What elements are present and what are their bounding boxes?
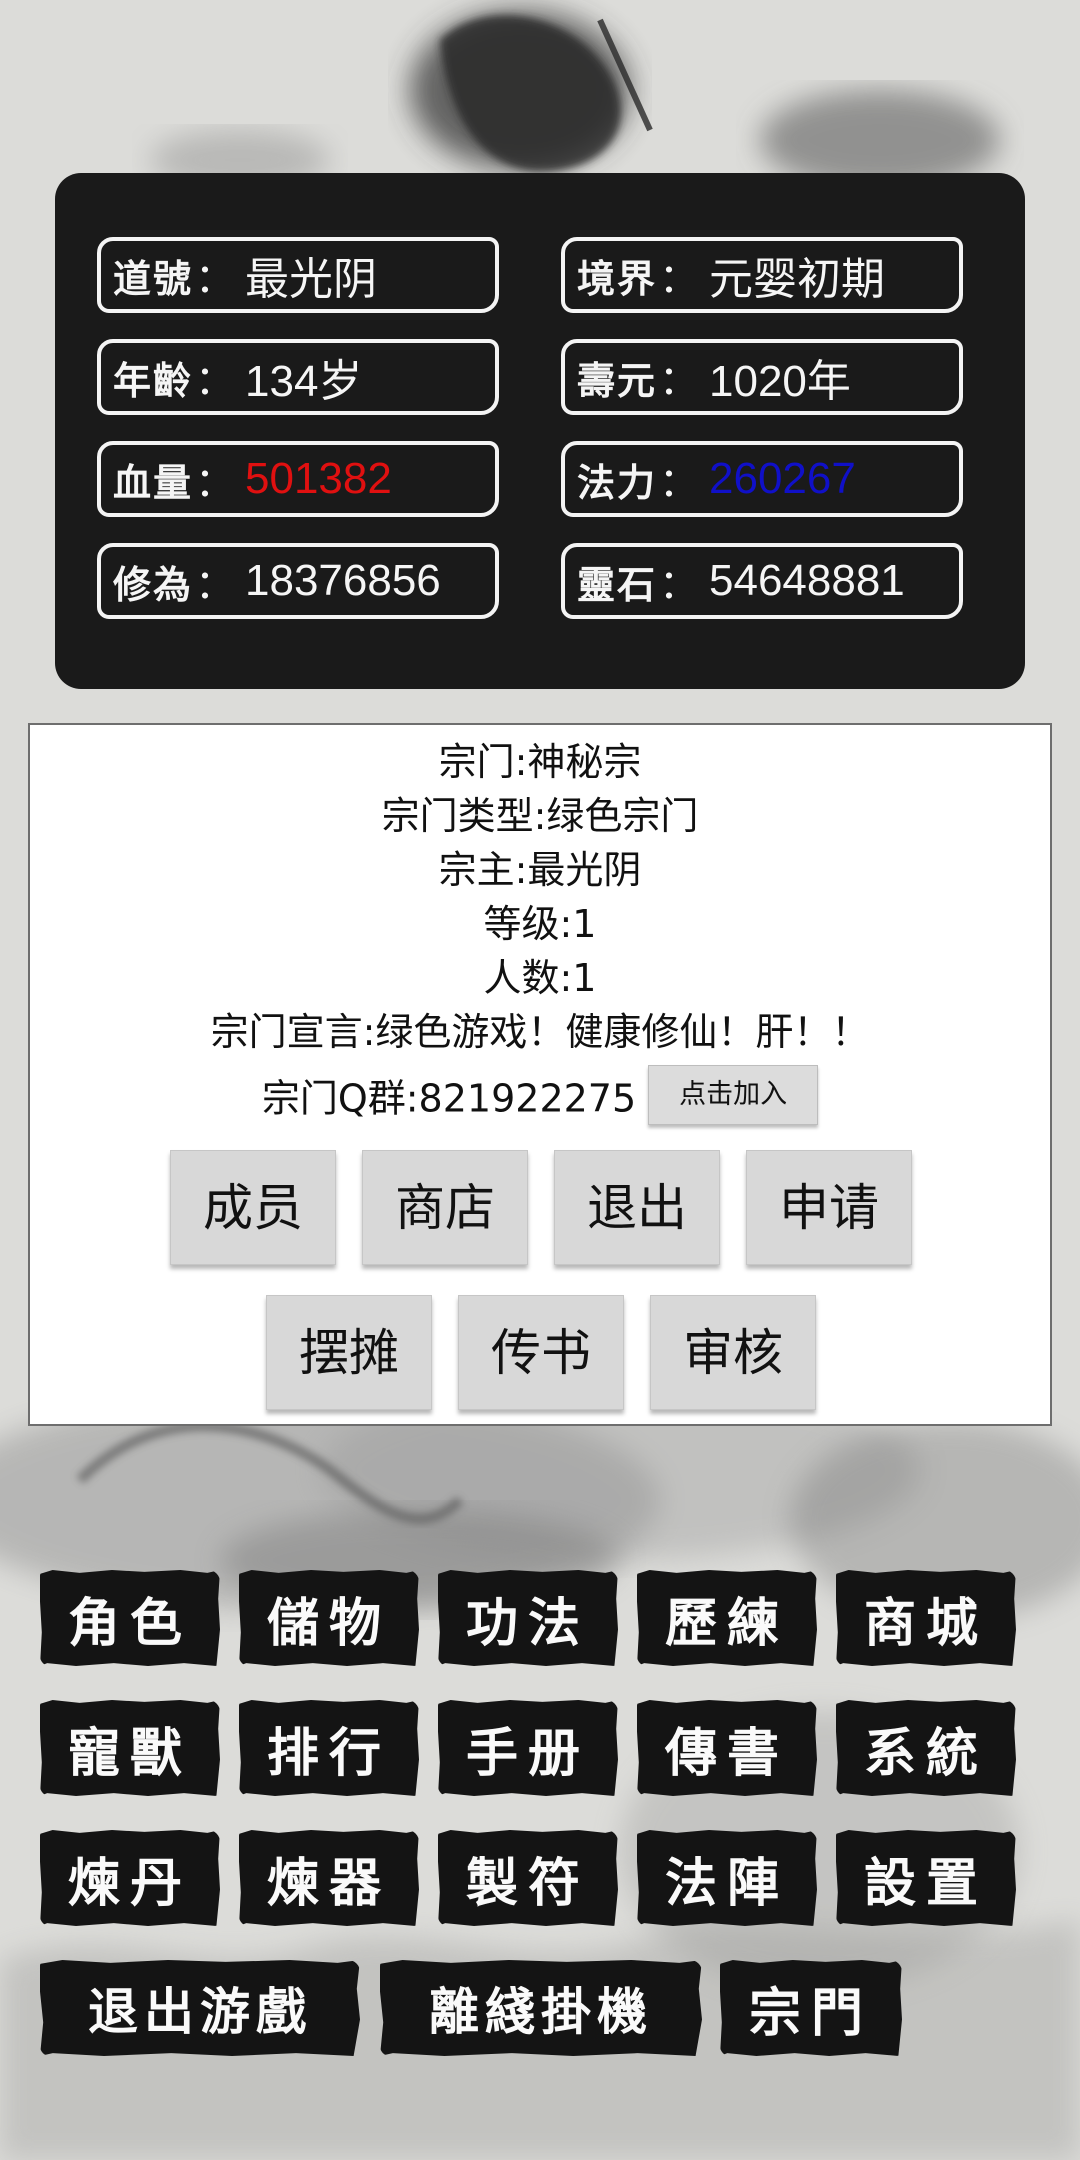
menu-pets-button[interactable]: 寵獸 bbox=[40, 1700, 220, 1796]
stat-label: 道號 bbox=[113, 255, 194, 301]
menu-adventure-button[interactable]: 歷練 bbox=[637, 1570, 817, 1666]
message-button[interactable]: 传书 bbox=[458, 1295, 624, 1410]
sect-qq-row: 宗门Q群:821922275 点击加入 bbox=[30, 1065, 1050, 1125]
shop-button[interactable]: 商店 bbox=[362, 1150, 528, 1265]
stat-label: 壽元 bbox=[577, 357, 658, 403]
menu-offline-idle-button[interactable]: 離綫掛機 bbox=[380, 1960, 702, 2056]
stat-label: 血量 bbox=[113, 459, 194, 505]
join-qq-button[interactable]: 点击加入 bbox=[648, 1065, 819, 1125]
stat-colon: ： bbox=[659, 256, 700, 302]
stat-realm: 境界：元婴初期 bbox=[561, 237, 963, 313]
stat-colon: ： bbox=[195, 460, 236, 506]
stat-colon: ： bbox=[659, 562, 700, 608]
apply-button[interactable]: 申请 bbox=[746, 1150, 912, 1265]
sect-type: 宗门类型:绿色宗门 bbox=[381, 794, 699, 838]
stat-lifespan: 壽元： 1020年 bbox=[561, 339, 963, 415]
stat-hp: 血量： 501382 bbox=[97, 441, 499, 517]
stall-button[interactable]: 摆摊 bbox=[266, 1295, 432, 1410]
mana-value: 260267 bbox=[709, 454, 856, 503]
stat-mana: 法力： 260267 bbox=[561, 441, 963, 517]
stat-value: 134岁 bbox=[245, 357, 363, 406]
menu-system-button[interactable]: 系統 bbox=[836, 1700, 1016, 1796]
menu-mail-button[interactable]: 傳書 bbox=[637, 1700, 817, 1796]
menu-skills-button[interactable]: 功法 bbox=[438, 1570, 618, 1666]
stat-colon: ： bbox=[195, 358, 236, 404]
stat-colon: ： bbox=[195, 256, 236, 302]
sect-member-count: 人数:1 bbox=[483, 956, 597, 1000]
sect-level: 等级:1 bbox=[483, 902, 597, 946]
stat-label: 靈石 bbox=[577, 561, 658, 607]
sect-leader: 宗主:最光阴 bbox=[438, 848, 642, 892]
stat-colon: ： bbox=[659, 460, 700, 506]
menu-settings-button[interactable]: 設置 bbox=[836, 1830, 1016, 1926]
stat-dao-name: 道號：最光阴 bbox=[97, 237, 499, 313]
menu-forging-button[interactable]: 煉器 bbox=[239, 1830, 419, 1926]
stat-spirit-stones: 靈石： 54648881 bbox=[561, 543, 963, 619]
stat-value: 18376856 bbox=[245, 556, 441, 605]
review-button[interactable]: 审核 bbox=[650, 1295, 816, 1410]
stat-cultivation: 修為： 18376856 bbox=[97, 543, 499, 619]
menu-storage-button[interactable]: 儲物 bbox=[239, 1570, 419, 1666]
stat-label: 境界 bbox=[577, 255, 658, 301]
character-stats-panel: 道號：最光阴 境界：元婴初期 年齡： 134岁 壽元： 1020年 血量： 50138… bbox=[55, 173, 1025, 689]
menu-ranking-button[interactable]: 排行 bbox=[239, 1700, 419, 1796]
menu-formation-button[interactable]: 法陣 bbox=[637, 1830, 817, 1926]
stat-label: 修為 bbox=[113, 561, 194, 607]
stat-colon: ： bbox=[195, 562, 236, 608]
stat-value: 元婴初期 bbox=[709, 255, 886, 304]
sect-declaration: 宗门宣言:绿色游戏！健康修仙！肝！！ bbox=[210, 1010, 870, 1054]
menu-alchemy-button[interactable]: 煉丹 bbox=[40, 1830, 220, 1926]
stat-colon: ： bbox=[659, 358, 700, 404]
sect-qq-group: 宗门Q群:821922275 bbox=[261, 1076, 637, 1121]
stat-label: 年齡 bbox=[113, 357, 194, 403]
menu-character-button[interactable]: 角色 bbox=[40, 1570, 220, 1666]
stat-value: 最光阴 bbox=[245, 255, 378, 304]
menu-exit-game-button[interactable]: 退出游戲 bbox=[40, 1960, 360, 2056]
stat-value: 1020年 bbox=[709, 357, 851, 406]
hp-value: 501382 bbox=[245, 454, 392, 503]
sect-name: 宗门:神秘宗 bbox=[438, 740, 642, 784]
menu-talisman-button[interactable]: 製符 bbox=[438, 1830, 618, 1926]
menu-mall-button[interactable]: 商城 bbox=[836, 1570, 1016, 1666]
menu-handbook-button[interactable]: 手册 bbox=[438, 1700, 618, 1796]
stat-age: 年齡： 134岁 bbox=[97, 339, 499, 415]
sect-info-panel: 宗门:神秘宗 宗门类型:绿色宗门 宗主:最光阴 等级:1 人数:1 宗门宣言:绿… bbox=[28, 723, 1052, 1426]
leave-sect-button[interactable]: 退出 bbox=[554, 1150, 720, 1265]
members-button[interactable]: 成员 bbox=[170, 1150, 336, 1265]
menu-sect-button[interactable]: 宗門 bbox=[720, 1960, 902, 2056]
stat-label: 法力 bbox=[577, 459, 658, 505]
stat-value: 54648881 bbox=[709, 556, 905, 605]
